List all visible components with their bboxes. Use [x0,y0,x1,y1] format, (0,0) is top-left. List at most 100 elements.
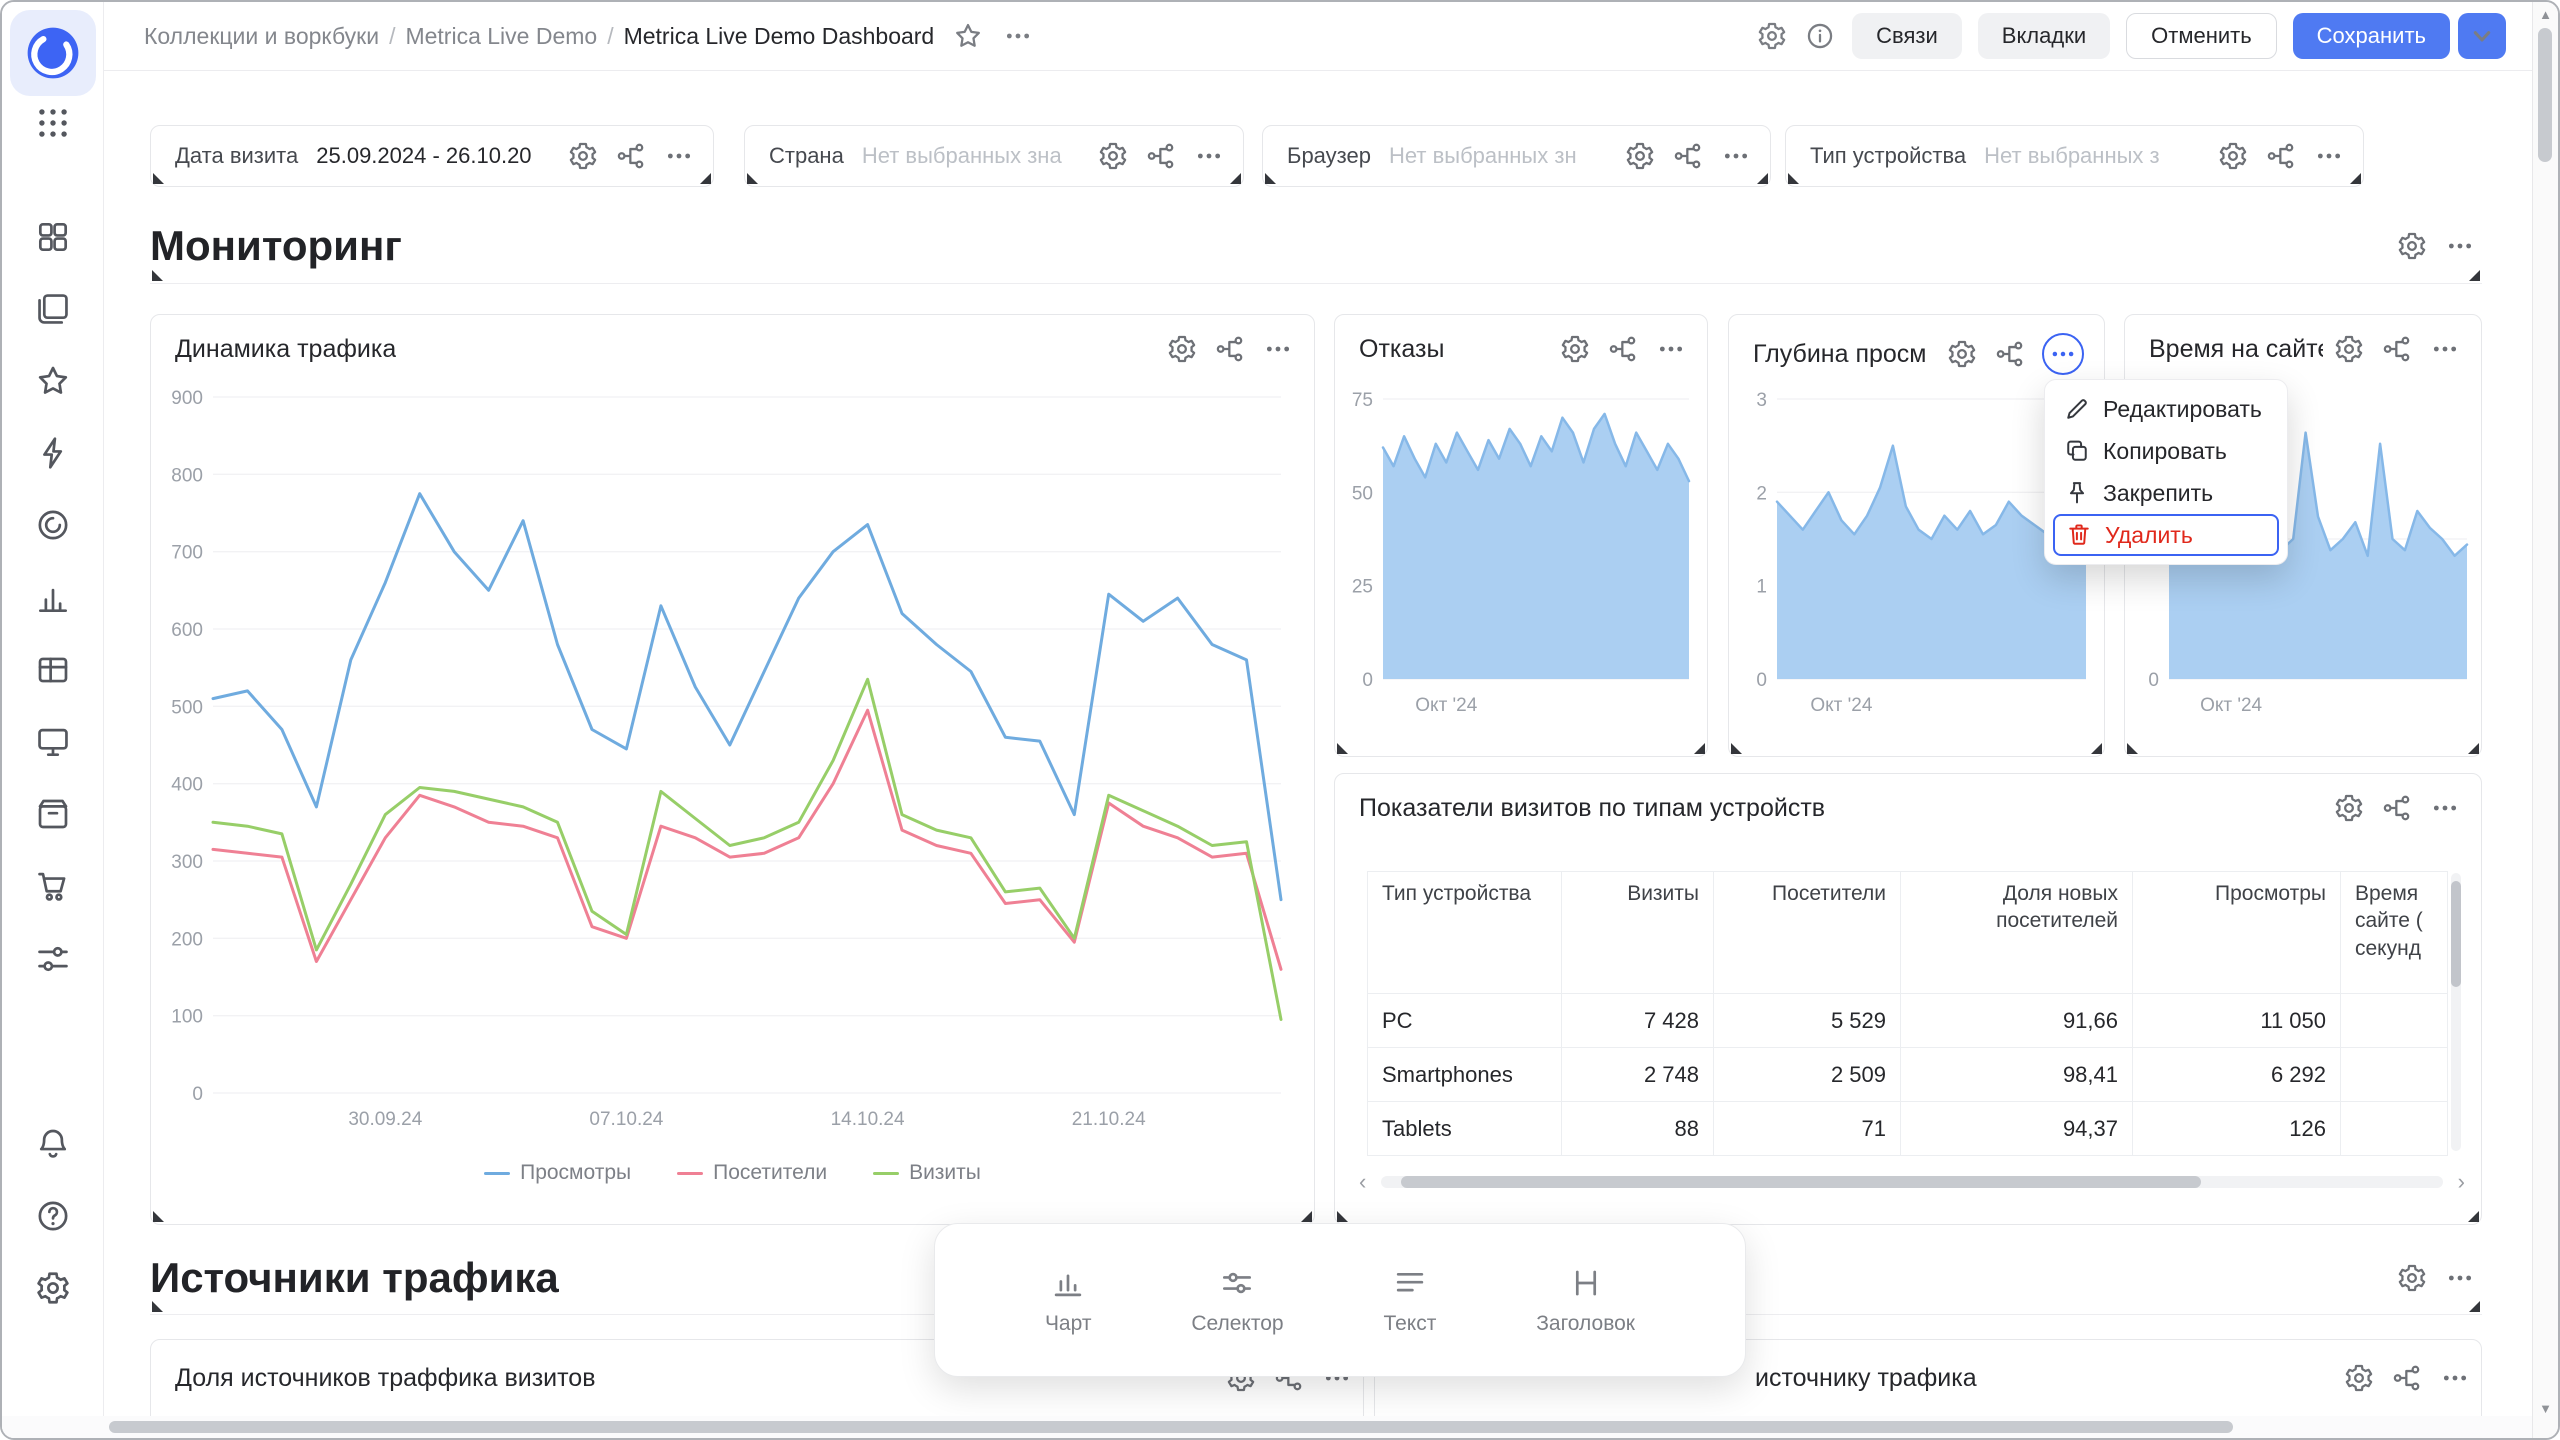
tabs-button[interactable]: Вкладки [1978,13,2110,59]
scroll-down-arrow[interactable]: ▼ [2533,1401,2558,1416]
more-actions-icon[interactable] [1193,140,1225,172]
gear-icon[interactable] [567,140,599,172]
column-header[interactable]: Просмотры [2133,872,2341,994]
chart-title: Показатели визитов по типам устройств [1359,794,1825,823]
column-header[interactable]: Тип устройства [1368,872,1562,994]
cancel-button[interactable]: Отменить [2126,13,2277,59]
links-icon[interactable] [1145,140,1177,172]
links-icon[interactable] [2381,333,2413,365]
monitor-icon[interactable] [34,723,72,761]
toolbar-item-selector[interactable]: Селектор [1191,1264,1283,1336]
gear-icon[interactable] [1166,333,1198,365]
save-button[interactable]: Сохранить [2293,13,2450,59]
filter-value[interactable]: 25.09.2024 - 26.10.20 [316,143,549,169]
charts-bar-icon[interactable] [34,579,72,617]
horizontal-scrollbar[interactable] [2,1416,2536,1438]
gear-icon[interactable] [2396,230,2428,262]
scroll-right-arrow[interactable]: › [2458,1169,2465,1195]
cart-icon[interactable] [34,867,72,905]
column-header[interactable]: Посетители [1714,872,1901,994]
gear-icon[interactable] [1946,338,1978,370]
links-icon[interactable] [2381,792,2413,824]
vertical-scrollbar[interactable]: ▲ ▼ [2532,2,2558,1440]
gear-icon[interactable] [2333,792,2365,824]
scroll-thumb[interactable] [2451,881,2461,987]
relations-button[interactable]: Связи [1852,13,1962,59]
legend-item[interactable]: Просмотры [484,1161,631,1185]
more-actions-icon[interactable] [2313,140,2345,172]
links-icon[interactable] [1994,338,2026,370]
svg-text:800: 800 [171,465,203,486]
scroll-thumb[interactable] [109,1421,2233,1433]
tables-grid-icon[interactable] [34,651,72,689]
filter-placeholder[interactable]: Нет выбранных з [1984,143,2199,169]
notifications-bell-icon[interactable] [34,1125,72,1163]
more-actions-icon[interactable] [2444,230,2476,262]
dashboard-settings-icon[interactable] [1756,20,1788,52]
filter-country[interactable]: Страна Нет выбранных зна [744,125,1244,187]
links-icon[interactable] [1672,140,1704,172]
scroll-thumb[interactable] [2538,28,2552,162]
apps-grid-icon[interactable] [34,104,72,142]
links-icon[interactable] [615,140,647,172]
datalens-logo-icon[interactable] [24,24,82,82]
toolbar-item-chart[interactable]: Чарт [1045,1264,1092,1336]
column-header[interactable]: Доля новых посетителей [1901,872,2133,994]
filter-placeholder[interactable]: Нет выбранных зна [862,143,1079,169]
breadcrumb-collections[interactable]: Коллекции и воркбуки [144,23,379,50]
gear-icon[interactable] [1624,140,1656,172]
toolbar-item-heading[interactable]: Заголовок [1536,1264,1635,1336]
scroll-left-arrow[interactable]: ‹ [1359,1169,1366,1195]
legend-item[interactable]: Визиты [873,1161,981,1185]
filter-placeholder[interactable]: Нет выбранных зн [1389,143,1606,169]
more-actions-icon[interactable] [1002,20,1034,52]
settings-gear-icon[interactable] [34,1269,72,1307]
breadcrumb-workbook[interactable]: Metrica Live Demo [405,23,597,50]
gear-icon[interactable] [2333,333,2365,365]
dashboard-info-icon[interactable] [1804,20,1836,52]
gear-icon[interactable] [1097,140,1129,172]
storage-box-icon[interactable] [34,795,72,833]
datalens-service-icon[interactable] [34,506,72,544]
gear-icon[interactable] [2217,140,2249,172]
favorite-star-icon[interactable] [952,20,984,52]
more-actions-icon[interactable] [2429,792,2461,824]
links-icon[interactable] [1214,333,1246,365]
filter-device-type[interactable]: Тип устройства Нет выбранных з [1785,125,2364,187]
scroll-thumb[interactable] [1401,1176,2201,1188]
filter-browser[interactable]: Браузер Нет выбранных зн [1262,125,1771,187]
toolbar-item-text[interactable]: Текст [1383,1264,1436,1336]
more-actions-icon[interactable] [2444,1262,2476,1294]
menu-item-copy[interactable]: Копировать [2053,430,2279,472]
links-icon[interactable] [1607,333,1639,365]
workflow-icon[interactable] [34,940,72,978]
menu-item-delete[interactable]: Удалить [2053,514,2279,556]
more-actions-icon[interactable] [663,140,695,172]
save-menu-button[interactable] [2458,13,2506,59]
favorites-star-icon[interactable] [34,362,72,400]
more-actions-button-active[interactable] [2042,333,2084,375]
help-icon[interactable] [34,1197,72,1235]
table-horizontal-scrollbar[interactable]: ‹ › [1359,1171,2465,1193]
links-icon[interactable] [2391,1362,2423,1394]
links-icon[interactable] [2265,140,2297,172]
gear-icon[interactable] [1559,333,1591,365]
collections-icon[interactable] [34,290,72,328]
gear-icon[interactable] [2343,1362,2375,1394]
table-vertical-scrollbar[interactable] [2451,873,2461,1151]
menu-item-pin[interactable]: Закрепить [2053,472,2279,514]
more-actions-icon[interactable] [1720,140,1752,172]
dashboards-grid-icon[interactable] [34,218,72,256]
more-actions-icon[interactable] [1655,333,1687,365]
more-actions-icon[interactable] [2439,1362,2471,1394]
menu-item-edit[interactable]: Редактировать [2053,388,2279,430]
column-header[interactable]: Визиты [1562,872,1714,994]
filter-visit-date[interactable]: Дата визита 25.09.2024 - 26.10.20 [150,125,714,187]
legend-item[interactable]: Посетители [677,1161,827,1185]
more-actions-icon[interactable] [1262,333,1294,365]
column-header[interactable]: Время сайте ( секунд [2341,872,2448,994]
scroll-up-arrow[interactable]: ▲ [2533,7,2558,22]
lightning-icon[interactable] [34,434,72,472]
more-actions-icon[interactable] [2429,333,2461,365]
gear-icon[interactable] [2396,1262,2428,1294]
